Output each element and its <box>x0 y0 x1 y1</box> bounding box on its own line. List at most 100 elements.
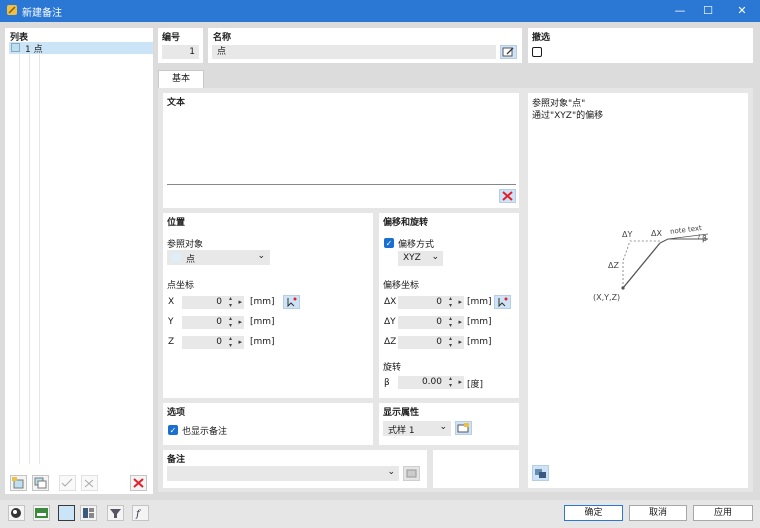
pick-point-button[interactable] <box>283 295 300 309</box>
rotation-unit: [度] <box>467 380 484 390</box>
check-all-button[interactable] <box>59 475 76 491</box>
coord-y-label: Y <box>168 317 174 327</box>
rotation-value: 0.00 <box>421 377 442 387</box>
dialog-body: 列表 1 点 编号 1 名称 点 撤选 基本 文本 位置 参照对象 点 ⌄ 点坐… <box>0 22 760 528</box>
deactivate-checkbox[interactable] <box>532 47 542 57</box>
spin-menu-icon[interactable]: ▸ <box>458 336 462 349</box>
spin-arrows-icon[interactable]: ▴ ▾ <box>449 315 452 329</box>
clear-text-button[interactable] <box>499 189 516 203</box>
coord-y-input[interactable]: 0 ▴ ▾ ▸ <box>182 315 244 329</box>
show-also-checkbox[interactable]: ✓ <box>168 425 178 435</box>
diagram-dz-label: ΔZ <box>608 261 619 270</box>
app-icon <box>6 4 18 16</box>
rotation-input[interactable]: 0.00 ▴ ▾ ▸ <box>398 375 464 389</box>
offset-diagram <box>621 233 709 290</box>
offset-type-value: XYZ <box>403 253 421 263</box>
spin-arrows-icon[interactable]: ▴ ▾ <box>229 295 232 309</box>
info-panel: 参照对象"点" 通过"XYZ"的偏移 ΔY ΔX note text β ΔZ … <box>528 93 748 488</box>
offset-dz-unit: [mm] <box>467 337 492 347</box>
diagram-beta-label: β <box>702 234 708 243</box>
spin-arrows-icon[interactable]: ▴ ▾ <box>229 315 232 329</box>
text-area[interactable] <box>167 109 516 185</box>
offset-dx-value: 0 <box>436 297 442 307</box>
apply-button[interactable]: 应用 <box>693 505 753 521</box>
window-title: 新建备注 <box>22 8 62 19</box>
coord-x-unit: [mm] <box>250 297 275 307</box>
list-item[interactable]: 1 点 <box>9 42 153 55</box>
offset-dx-input[interactable]: 0 ▴ ▾ ▸ <box>398 295 464 309</box>
number-panel: 编号 1 <box>158 28 203 63</box>
spin-menu-icon[interactable]: ▸ <box>458 296 462 309</box>
close-button[interactable]: ✕ <box>725 0 759 22</box>
offset-dy-value: 0 <box>436 317 442 327</box>
copy-item-button[interactable] <box>32 475 49 491</box>
view-filter-icon[interactable] <box>107 505 124 521</box>
style-value: 式样 1 <box>388 426 415 436</box>
spin-arrows-icon[interactable]: ▴ ▾ <box>229 335 232 349</box>
comment-select[interactable]: ⌄ <box>167 466 399 481</box>
diagram-origin-label: (X,Y,Z) <box>593 293 621 302</box>
display-title: 显示属性 <box>383 408 420 418</box>
offset-type-select[interactable]: XYZ ⌄ <box>398 251 443 266</box>
spin-menu-icon[interactable]: ▸ <box>238 296 242 309</box>
coord-y-value: 0 <box>216 317 222 327</box>
spin-menu-icon[interactable]: ▸ <box>458 316 462 329</box>
options-title: 选项 <box>167 408 186 418</box>
edit-name-button[interactable] <box>500 45 517 59</box>
coord-x-input[interactable]: 0 ▴ ▾ ▸ <box>182 295 244 309</box>
spin-menu-icon[interactable]: ▸ <box>458 376 462 389</box>
spin-arrows-icon[interactable]: ▴ ▾ <box>449 335 452 349</box>
blank-panel <box>433 450 519 488</box>
name-field[interactable]: 点 <box>212 45 496 59</box>
offset-dz-input[interactable]: 0 ▴ ▾ ▸ <box>398 335 464 349</box>
name-title: 名称 <box>213 33 232 43</box>
offset-type-checkbox[interactable]: ✓ <box>384 238 394 248</box>
help-search-icon[interactable] <box>8 505 25 521</box>
point-coords-label: 点坐标 <box>167 281 195 291</box>
ok-button[interactable]: 确定 <box>564 505 623 521</box>
spin-menu-icon[interactable]: ▸ <box>238 336 242 349</box>
new-item-button[interactable] <box>10 475 27 491</box>
pick-offset-button[interactable] <box>494 295 511 309</box>
list-gridline <box>39 54 40 464</box>
spin-menu-icon[interactable]: ▸ <box>238 316 242 329</box>
color-swatch-button[interactable] <box>58 505 75 521</box>
deactivate-title: 撤选 <box>532 33 551 43</box>
coord-y-unit: [mm] <box>250 317 275 327</box>
name-panel: 名称 点 <box>208 28 522 63</box>
maximize-button[interactable]: ☐ <box>691 0 725 22</box>
uncheck-all-button[interactable] <box>81 475 98 491</box>
coord-x-value: 0 <box>216 297 222 307</box>
spin-arrows-icon[interactable]: ▴ ▾ <box>449 295 452 309</box>
offset-dy-input[interactable]: 0 ▴ ▾ ▸ <box>398 315 464 329</box>
title-bar: 新建备注 — ☐ ✕ <box>0 0 760 22</box>
svg-text:f: f <box>135 509 142 520</box>
list-gridline <box>29 54 30 464</box>
chevron-down-icon: ⌄ <box>257 251 265 261</box>
offset-dy-label: ΔY <box>384 317 396 327</box>
graphics-button[interactable] <box>532 465 549 481</box>
offset-dz-label: ΔZ <box>384 337 397 347</box>
comment-panel: 备注 ⌄ <box>163 450 427 488</box>
delete-item-button[interactable] <box>130 475 147 491</box>
coord-z-unit: [mm] <box>250 337 275 347</box>
formula-icon[interactable]: f <box>132 505 149 521</box>
offset-dy-unit: [mm] <box>467 317 492 327</box>
cancel-button[interactable]: 取消 <box>629 505 687 521</box>
number-title: 编号 <box>162 33 181 43</box>
number-field[interactable]: 1 <box>162 45 199 59</box>
list-item-icon <box>11 43 20 52</box>
coord-z-input[interactable]: 0 ▴ ▾ ▸ <box>182 335 244 349</box>
tab-basic[interactable]: 基本 <box>158 70 204 88</box>
spin-arrows-icon[interactable]: ▴ ▾ <box>449 375 452 389</box>
edit-style-button[interactable] <box>455 421 472 435</box>
ref-object-select[interactable]: 点 ⌄ <box>167 250 270 265</box>
style-select[interactable]: 式样 1 ⌄ <box>383 421 451 436</box>
deactivate-panel: 撤选 <box>528 28 753 63</box>
diagram-dx-label: ΔX <box>651 229 662 238</box>
text-title: 文本 <box>167 98 186 108</box>
comment-edit-button[interactable] <box>403 466 420 481</box>
list-panel: 列表 1 点 <box>5 28 153 494</box>
table-view-icon[interactable] <box>80 505 97 521</box>
decimal-icon[interactable] <box>33 505 50 521</box>
